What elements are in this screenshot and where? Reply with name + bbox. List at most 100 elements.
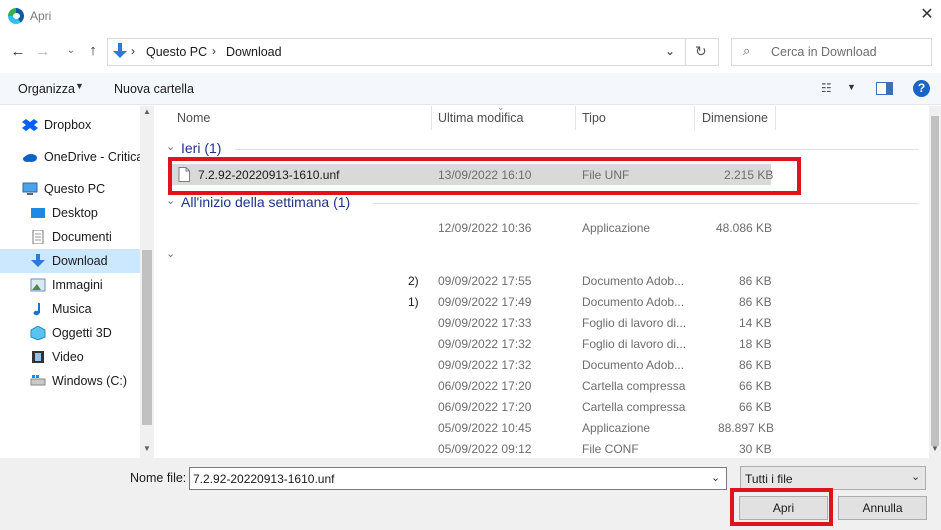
column-divider[interactable] <box>575 106 576 130</box>
view-dropdown-icon[interactable]: ▼ <box>847 82 856 92</box>
file-row[interactable]: 05/09/2022 10:45 Applicazione 88.897 KB <box>168 417 929 438</box>
file-size: 30 KB <box>739 442 772 456</box>
download-folder-icon <box>113 43 127 58</box>
file-modified: 09/09/2022 17:55 <box>438 274 532 288</box>
file-modified: 05/09/2022 09:12 <box>438 442 532 456</box>
back-arrow-icon[interactable]: ← <box>9 43 27 61</box>
organize-dropdown-icon[interactable]: ▼ <box>75 81 84 91</box>
collapse-chevron-icon[interactable]: ⌄ <box>166 140 175 153</box>
file-modified: 09/09/2022 17:32 <box>438 358 532 372</box>
view-options-icon[interactable]: ☷ <box>821 81 832 95</box>
scroll-down-icon[interactable]: ▼ <box>143 444 151 453</box>
close-icon[interactable]: ✕ <box>918 6 936 24</box>
file-list-scrollbar[interactable]: ▼ <box>929 106 941 458</box>
group-divider <box>373 203 919 204</box>
filename-input[interactable]: 7.2.92-20220913-1610.unf ⌄ <box>189 467 727 490</box>
navigation-pane: Dropbox OneDrive - Critica Questo PC Des… <box>0 106 154 458</box>
column-divider[interactable] <box>431 106 432 130</box>
collapse-chevron-icon[interactable]: ⌄ <box>166 194 175 207</box>
scroll-down-icon[interactable]: ▼ <box>931 444 939 453</box>
column-divider[interactable] <box>694 106 695 130</box>
column-header-type[interactable]: Tipo <box>582 106 606 130</box>
file-size: 86 KB <box>739 358 772 372</box>
sidebar-item-label: Musica <box>52 302 92 316</box>
breadcrumb-separator-icon: › <box>212 44 216 58</box>
filename-value: 7.2.92-20220913-1610.unf <box>193 472 335 486</box>
file-size: 18 KB <box>739 337 772 351</box>
column-divider[interactable] <box>775 106 776 130</box>
file-modified: 06/09/2022 17:20 <box>438 400 532 414</box>
breadcrumb-download[interactable]: Download <box>226 45 282 59</box>
scroll-up-icon[interactable]: ▲ <box>143 107 151 116</box>
file-type-filter[interactable]: Tutti i file ⌄ <box>740 466 926 490</box>
objects3d-icon <box>30 325 46 341</box>
address-bar[interactable]: › Questo PC › Download ⌄ <box>107 38 686 66</box>
help-icon[interactable]: ? <box>913 80 930 97</box>
file-modified: 09/09/2022 17:33 <box>438 316 532 330</box>
sidebar-item-label: Documenti <box>52 230 112 244</box>
file-name: 2) <box>408 274 419 288</box>
file-row[interactable]: 09/09/2022 17:33 Foglio di lavoro di... … <box>168 312 929 333</box>
file-row[interactable]: 1) 09/09/2022 17:49 Documento Adob... 86… <box>168 291 929 312</box>
group-header-ieri[interactable]: Ieri (1) <box>181 140 221 156</box>
recent-locations-icon[interactable]: ⌄ <box>62 42 80 60</box>
address-dropdown-icon[interactable]: ⌄ <box>665 44 675 58</box>
collapse-chevron-icon[interactable]: ⌄ <box>166 247 175 260</box>
refresh-button[interactable]: ↻ <box>686 38 719 66</box>
group-header-settimana[interactable]: All'inizio della settimana (1) <box>181 194 350 210</box>
file-type: Applicazione <box>582 221 651 235</box>
file-row[interactable]: 06/09/2022 17:20 Cartella compressa 66 K… <box>168 396 929 417</box>
scrollbar-thumb[interactable] <box>142 250 152 425</box>
file-type: File CONF <box>582 442 639 456</box>
sidebar-item-label: Download <box>52 254 108 268</box>
file-type: Applicazione <box>582 421 651 435</box>
filename-label: Nome file: <box>130 471 187 485</box>
window-title: Apri <box>30 9 52 23</box>
file-row[interactable]: 09/09/2022 17:32 Documento Adob... 86 KB <box>168 354 929 375</box>
documents-icon <box>30 229 46 245</box>
file-size: 14 KB <box>739 316 772 330</box>
column-header-size[interactable]: Dimensione <box>702 106 768 130</box>
file-size: 66 KB <box>739 379 772 393</box>
file-row[interactable]: 12/09/2022 10:36 Applicazione 48.086 KB <box>168 217 929 238</box>
filter-value: Tutti i file <box>745 472 793 486</box>
new-folder-button[interactable]: Nuova cartella <box>114 82 194 96</box>
file-type: Documento Adob... <box>582 274 685 288</box>
file-size: 86 KB <box>739 295 772 309</box>
desktop-icon <box>30 206 46 220</box>
organize-button[interactable]: Organizza <box>18 82 75 96</box>
column-header-modified[interactable]: Ultima modifica <box>438 106 523 130</box>
edge-icon <box>8 8 24 24</box>
preview-pane-icon[interactable] <box>876 82 893 95</box>
search-input[interactable]: ⌕ Cerca in Download <box>731 38 932 66</box>
sidebar-item-label: OneDrive - Critica <box>44 150 144 164</box>
pictures-icon <box>30 278 46 292</box>
file-type: Cartella compressa <box>582 400 686 414</box>
refresh-icon: ↻ <box>695 43 707 59</box>
cancel-button[interactable]: Annulla <box>838 496 927 520</box>
file-size: 66 KB <box>739 400 772 414</box>
breadcrumb-questo-pc[interactable]: Questo PC <box>146 45 207 59</box>
filename-dropdown-icon[interactable]: ⌄ <box>711 471 720 484</box>
sidebar-item-label: Dropbox <box>44 118 92 132</box>
forward-arrow-icon[interactable]: → <box>34 43 52 61</box>
scrollbar-thumb[interactable] <box>931 116 939 446</box>
file-row[interactable]: 05/09/2022 09:12 File CONF 30 KB <box>168 438 929 458</box>
sidebar-item-download[interactable]: Download <box>0 249 140 273</box>
column-header-name[interactable]: Nome <box>177 106 210 130</box>
sidebar-item-label: Oggetti 3D <box>52 326 112 340</box>
file-row[interactable]: 06/09/2022 17:20 Cartella compressa 66 K… <box>168 375 929 396</box>
navigation-scrollbar[interactable]: ▲ ▼ <box>140 106 154 458</box>
file-row[interactable]: 2) 09/09/2022 17:55 Documento Adob... 86… <box>168 270 929 291</box>
file-size: 88.897 KB <box>718 421 775 435</box>
sidebar-item-label: Desktop <box>52 206 98 220</box>
up-arrow-icon[interactable]: ↑ <box>84 42 102 60</box>
file-name: 1) <box>408 295 419 309</box>
file-type: Foglio di lavoro di... <box>582 316 687 330</box>
file-type: Documento Adob... <box>582 295 685 309</box>
dropbox-icon <box>22 118 38 132</box>
file-size: 48.086 KB <box>716 221 773 235</box>
file-row[interactable]: 09/09/2022 17:32 Foglio di lavoro di... … <box>168 333 929 354</box>
breadcrumb-separator-icon: › <box>131 44 135 58</box>
group-divider <box>235 149 919 150</box>
